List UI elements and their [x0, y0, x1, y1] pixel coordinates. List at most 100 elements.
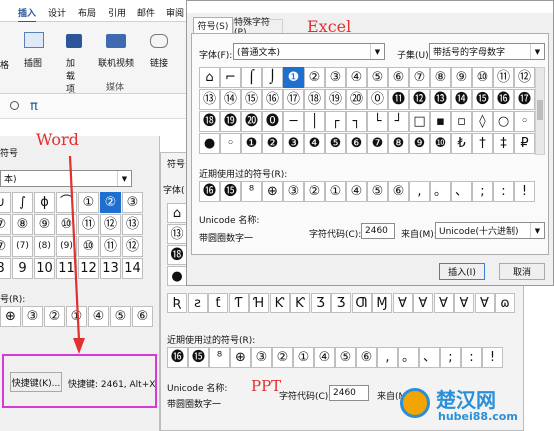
word-grid-cell[interactable]: ⑫	[122, 236, 143, 257]
excel-grid-cell[interactable]: ❻	[346, 133, 367, 154]
excel-tab-special[interactable]: 特殊字符(P)	[233, 18, 283, 38]
excel-grid-scrollbar[interactable]	[535, 67, 545, 155]
word-grid-cell[interactable]: ∫	[12, 192, 33, 213]
excel-tab-symbols[interactable]: 符号(S)	[193, 17, 233, 33]
ppt-recent-cell[interactable]: 。	[398, 347, 419, 368]
ribbon-tab-layout[interactable]: 布局	[78, 6, 96, 19]
excel-grid-cell[interactable]: └	[367, 111, 388, 132]
excel-recent-cell[interactable]: ④	[346, 181, 367, 202]
excel-grid-cell[interactable]: ┐	[346, 111, 367, 132]
ppt-grid-cell[interactable]: Ɐ	[454, 293, 474, 313]
excel-grid-cell[interactable]: ◦	[220, 133, 241, 154]
excel-font-combo[interactable]: (普通文本) ▼	[233, 43, 385, 60]
ppt-grid-cell[interactable]: Ɱ	[372, 293, 392, 313]
ppt-grid-cell[interactable]: ⓲	[167, 245, 187, 265]
excel-grid-cell[interactable]: ⓲	[199, 111, 220, 132]
ppt-grid-cell[interactable]: Ƙ	[269, 293, 290, 313]
word-grid-cell[interactable]: ⑧	[12, 214, 33, 235]
excel-grid-cell[interactable]: │	[304, 111, 325, 132]
word-recent-cell[interactable]: ⊕	[0, 306, 21, 327]
word-grid-cell[interactable]: ϕ	[34, 192, 55, 213]
word-grid-cell[interactable]: ②	[100, 192, 121, 213]
word-grid-cell[interactable]: ⑦	[0, 214, 11, 235]
ribbon-tab-references[interactable]: 引用	[108, 6, 126, 19]
equation-pi-icon[interactable]: π	[30, 99, 38, 114]
ppt-grid-cell[interactable]: ƨ	[187, 293, 208, 313]
ppt-recent-cell[interactable]: ⊕	[230, 347, 251, 368]
ppt-grid-cell[interactable]: Ƣ	[351, 293, 372, 313]
excel-grid-cell[interactable]: ❸	[283, 133, 304, 154]
excel-recent-cell[interactable]: ;	[472, 181, 493, 202]
excel-grid-cell[interactable]: ┌	[325, 111, 346, 132]
word-grid-cell[interactable]: 14	[122, 258, 143, 279]
excel-grid-cell[interactable]: ②	[304, 67, 325, 88]
excel-grid-cell[interactable]: ◦	[514, 111, 535, 132]
group-online-video[interactable]: 联机视频	[98, 56, 134, 69]
excel-grid-cell[interactable]: ⓴	[241, 111, 262, 132]
excel-grid-cell[interactable]: ₽	[514, 133, 535, 154]
word-grid-cell[interactable]: ⑬	[122, 214, 143, 235]
excel-grid-cell[interactable]: ⌐	[220, 67, 241, 88]
word-grid-cell[interactable]: (7)	[12, 236, 33, 257]
word-grid-cell[interactable]: ③	[122, 192, 143, 213]
excel-grid-cell[interactable]: ●	[199, 133, 220, 154]
picture-icon[interactable]	[24, 32, 44, 48]
excel-grid-cell[interactable]: ⓭	[430, 89, 451, 110]
ppt-grid-cell[interactable]: Ɐ	[413, 293, 433, 313]
excel-recent-cell[interactable]: :	[493, 181, 514, 202]
excel-grid-cell[interactable]: ⑲	[325, 89, 346, 110]
word-recent-cell[interactable]: ③	[22, 306, 43, 327]
ppt-recent-cell[interactable]: ⓯	[188, 347, 209, 368]
excel-recent-cell[interactable]: 。	[430, 181, 451, 202]
word-recent-cell[interactable]: ⑥	[132, 306, 153, 327]
ribbon-tab-insert[interactable]: 插入	[18, 6, 37, 23]
ppt-recent-cell[interactable]: :	[461, 347, 482, 368]
excel-grid-cell[interactable]: ⌡	[262, 67, 283, 88]
excel-grid-cell[interactable]: ⑭	[220, 89, 241, 110]
excel-grid-cell[interactable]: ‡	[493, 133, 514, 154]
ppt-recent-cell[interactable]: ⓰	[167, 347, 188, 368]
ppt-recent-cell[interactable]: ④	[314, 347, 335, 368]
excel-recent-cell[interactable]: !	[514, 181, 535, 202]
excel-grid-cell[interactable]: ❶	[241, 133, 262, 154]
excel-insert-button[interactable]: 插入(I)	[439, 263, 485, 280]
word-grid-cell[interactable]: ⑫	[100, 214, 121, 235]
excel-recent-cell[interactable]: ⑥	[388, 181, 409, 202]
excel-grid-cell[interactable]: ⑫	[514, 67, 535, 88]
excel-grid-cell[interactable]: ❿	[430, 133, 451, 154]
ppt-grid-cell[interactable]: Ɐ	[433, 293, 454, 313]
excel-recent-cell[interactable]: ⓰	[199, 181, 220, 202]
excel-grid-cell[interactable]: ⓱	[514, 89, 535, 110]
ppt-grid-cell[interactable]: ●	[167, 266, 187, 286]
ppt-recent-cell[interactable]: ①	[293, 347, 314, 368]
excel-grid-cell[interactable]: ┘	[388, 111, 409, 132]
ppt-grid-cell[interactable]: Ƭ	[228, 293, 249, 313]
excel-recent-cell[interactable]: ⁸	[241, 181, 262, 202]
excel-cancel-button[interactable]: 取消	[499, 263, 545, 280]
excel-grid-cell[interactable]: †	[472, 133, 493, 154]
excel-grid-cell[interactable]: ⓬	[409, 89, 430, 110]
excel-grid-cell[interactable]: ⑱	[304, 89, 325, 110]
word-grid-cell[interactable]: 8	[0, 258, 11, 279]
group-links[interactable]: 链接	[150, 56, 168, 69]
scroll-thumb[interactable]	[537, 100, 543, 120]
excel-recent-cell[interactable]: ⑤	[367, 181, 388, 202]
excel-grid-cell[interactable]: ❼	[367, 133, 388, 154]
excel-grid-cell[interactable]: ⓰	[493, 89, 514, 110]
ppt-recent-cell[interactable]: ③	[251, 347, 272, 368]
ppt-recent-cell[interactable]: 、	[419, 347, 440, 368]
excel-grid-cell[interactable]: ❹	[304, 133, 325, 154]
ppt-recent-cell[interactable]: ;	[440, 347, 461, 368]
ribbon-tab-design[interactable]: 设计	[48, 6, 66, 19]
ppt-recent-cell[interactable]: ⑤	[335, 347, 356, 368]
ppt-code-input[interactable]: 2460	[329, 385, 369, 401]
ppt-recent-cell[interactable]: !	[482, 347, 503, 368]
excel-grid-cell[interactable]: ❽	[388, 133, 409, 154]
ppt-grid-cell[interactable]: Ʒ	[331, 293, 351, 313]
excel-recent-cell[interactable]: ⓯	[220, 181, 241, 202]
ppt-grid-cell[interactable]: Ʀ	[167, 293, 187, 313]
excel-recent-cell[interactable]: ③	[283, 181, 304, 202]
ppt-grid-cell[interactable]: Ʒ	[310, 293, 331, 313]
excel-grid-cell[interactable]: ⑳	[346, 89, 367, 110]
word-grid-cell[interactable]: 9	[12, 258, 33, 279]
